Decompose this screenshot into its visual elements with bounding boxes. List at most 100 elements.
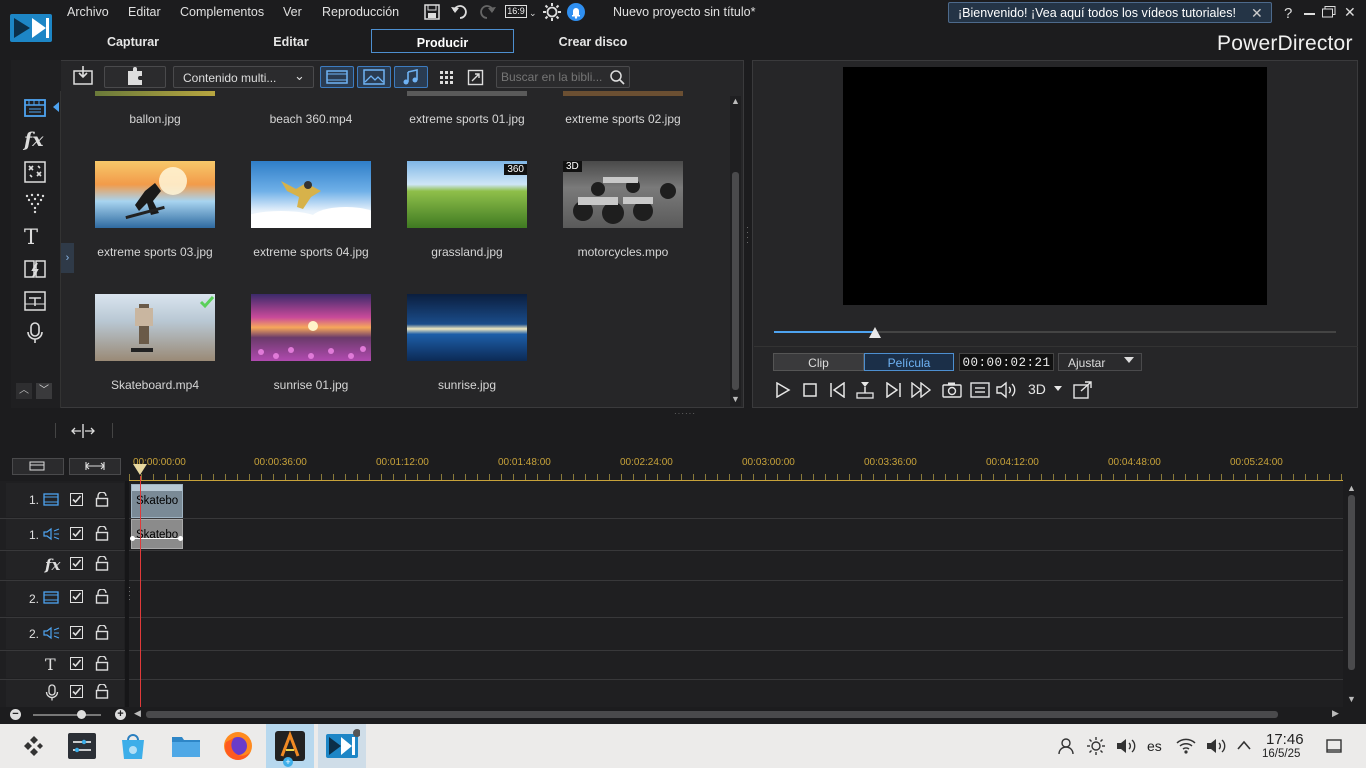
track-enable-checkbox[interactable] [70,557,83,570]
library-scroll-thumb[interactable] [732,172,739,390]
media-item-label[interactable]: grassland.jpg [389,245,545,259]
aspect-ratio-button[interactable]: 16:9 [505,5,527,18]
splitter-handle[interactable]: · · · · [746,223,749,247]
window-close-icon[interactable]: ✕ [1344,4,1356,21]
zoom-out-icon[interactable]: − [10,709,21,720]
menu-archivo[interactable]: Archivo [67,5,109,19]
zoom-slider-handle[interactable] [77,710,86,719]
chevron-down-icon[interactable]: ⌄ [529,8,537,19]
settings-icon[interactable] [543,3,561,21]
filter-audio-button[interactable] [394,66,428,88]
timeline-audio-clip[interactable]: Skatebo [130,519,183,549]
track-enable-checkbox[interactable] [70,493,83,506]
scroll-up-rooms-button[interactable]: ︿ [16,383,32,399]
library-search-field[interactable] [496,66,630,88]
powerdirector-taskbar-icon[interactable] [324,728,360,764]
track-enable-checkbox[interactable] [70,527,83,540]
tab-crear-disco[interactable]: Crear disco [521,29,665,53]
show-desktop-icon[interactable] [1326,739,1342,753]
media-item-label[interactable]: ballon.jpg [77,112,233,126]
snapshot-camera-icon[interactable] [942,382,962,398]
user-icon[interactable] [1057,737,1075,755]
track-enable-checkbox[interactable] [70,685,83,698]
track-lock-icon[interactable] [95,684,109,699]
movie-mode-button[interactable]: Película [864,353,954,371]
system-tray-expand-icon[interactable] [1236,738,1252,752]
fit-timeline-icon[interactable] [71,423,95,439]
content-filter-dropdown[interactable]: Contenido multi... ⌄ [173,66,314,88]
scroll-up-arrow-icon[interactable]: ▲ [1347,483,1356,493]
scroll-left-arrow-icon[interactable]: ◀ [134,708,141,719]
media-thumb-skateboard[interactable] [95,294,215,361]
track-resize-handle[interactable]: · · · · [128,583,131,604]
welcome-tutorial-banner[interactable]: ¡Bienvenido! ¡Vea aquí todos los vídeos … [948,2,1272,23]
track-lock-icon[interactable] [95,656,109,671]
media-item-label[interactable]: extreme sports 03.jpg [77,245,233,259]
filter-video-button[interactable] [320,66,354,88]
media-item-label[interactable]: sunrise.jpg [389,378,545,392]
play-icon[interactable] [775,382,791,398]
playhead-handle[interactable] [133,464,147,475]
filter-image-button[interactable] [357,66,391,88]
search-icon[interactable] [609,69,625,85]
scroll-down-arrow-icon[interactable]: ▼ [1347,694,1356,704]
media-thumb-sunrise-01[interactable] [251,294,371,361]
scroll-down-rooms-button[interactable]: ﹀ [36,383,52,399]
subtitle-room-icon[interactable] [24,290,48,314]
volume-keyframe[interactable] [178,536,183,541]
timecode-display[interactable]: 00:00:02:21 [959,353,1054,371]
previous-frame-icon[interactable] [829,382,847,398]
menu-editar[interactable]: Editar [128,5,161,19]
keyboard-layout-indicator[interactable]: es [1147,738,1162,754]
menu-complementos[interactable]: Complementos [180,5,264,19]
wifi-icon[interactable] [1176,737,1196,755]
track-enable-checkbox[interactable] [70,590,83,603]
track-lock-icon[interactable] [95,526,109,541]
media-room-icon[interactable] [24,97,48,121]
stop-icon[interactable] [803,383,817,397]
timeline-video-clip[interactable]: Skatebo [131,484,183,518]
tab-editar[interactable]: Editar [219,29,363,53]
title-room-icon[interactable]: T [24,225,48,249]
preview-seek-handle[interactable] [869,327,882,338]
track-lock-icon[interactable] [95,556,109,571]
import-media-icon[interactable] [73,66,99,88]
voice-over-room-icon[interactable] [24,322,48,346]
restore-icon[interactable] [1322,6,1336,18]
media-thumb-sunrise[interactable] [407,294,527,361]
timeline-hscroll-thumb[interactable] [146,711,1278,718]
close-icon[interactable]: ✕ [1251,5,1263,22]
media-item-label[interactable]: extreme sports 01.jpg [389,112,545,126]
undock-preview-icon[interactable] [1073,381,1093,399]
grid-view-icon[interactable] [438,69,456,87]
zoom-in-icon[interactable]: + [115,709,126,720]
particle-room-icon[interactable] [24,193,48,217]
library-search-input[interactable] [501,69,605,85]
brightness-icon[interactable] [1087,737,1105,755]
media-thumb-grassland[interactable]: 360 [407,161,527,228]
track-enable-checkbox[interactable] [70,626,83,639]
scroll-down-arrow-icon[interactable]: ▼ [731,394,740,404]
redo-icon[interactable] [478,4,496,20]
media-thumb-motorcycles[interactable]: 3D [563,161,683,228]
media-item-label[interactable]: extreme sports 04.jpg [233,245,389,259]
tab-capturar[interactable]: Capturar [61,29,205,53]
volume-icon[interactable] [996,381,1018,399]
transition-room-icon[interactable] [24,258,48,282]
discover-store-icon[interactable] [115,728,151,764]
timeline-vscroll-thumb[interactable] [1348,495,1355,670]
fast-forward-icon[interactable] [911,382,933,398]
audio-volume-icon[interactable] [1116,737,1136,755]
menu-reproduccion[interactable]: Reproducción [322,5,399,19]
tab-producir[interactable]: Producir [371,29,514,53]
media-thumb-extreme-sports-04[interactable] [251,161,371,228]
scroll-up-arrow-icon[interactable]: ▲ [731,96,740,106]
media-item-label[interactable]: extreme sports 02.jpg [545,112,701,126]
volume-keyframe[interactable] [130,536,135,541]
media-thumb-extreme-sports-03[interactable] [95,161,215,228]
track-lock-icon[interactable] [95,589,109,604]
track-height-button[interactable] [69,458,121,475]
media-item-label[interactable]: motorcycles.mpo [545,245,701,259]
clock-time[interactable]: 17:46 [1266,731,1304,748]
help-button[interactable]: ? [1284,5,1292,22]
